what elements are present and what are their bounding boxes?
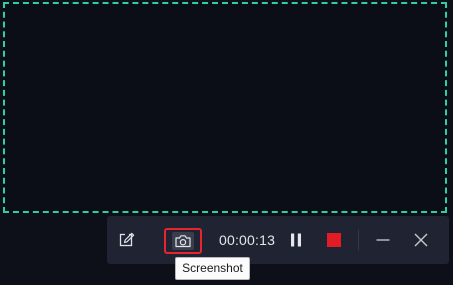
edit-button[interactable] (117, 230, 137, 250)
pencil-edit-icon (119, 232, 135, 248)
screenshot-tooltip: Screenshot (175, 257, 250, 280)
stop-button[interactable] (325, 231, 343, 249)
minimize-icon (376, 233, 390, 247)
stop-icon (327, 233, 341, 247)
recording-toolbar: 00:00:13 (107, 216, 449, 264)
minimize-button[interactable] (374, 232, 392, 248)
recording-timer: 00:00:13 (219, 232, 276, 248)
pause-icon (290, 233, 302, 247)
pause-button[interactable] (288, 232, 304, 248)
close-button[interactable] (412, 231, 430, 249)
toolbar-divider (358, 230, 359, 250)
close-icon (414, 233, 428, 247)
screenshot-button[interactable] (164, 228, 202, 254)
capture-region[interactable] (3, 2, 447, 213)
camera-icon (175, 234, 191, 248)
